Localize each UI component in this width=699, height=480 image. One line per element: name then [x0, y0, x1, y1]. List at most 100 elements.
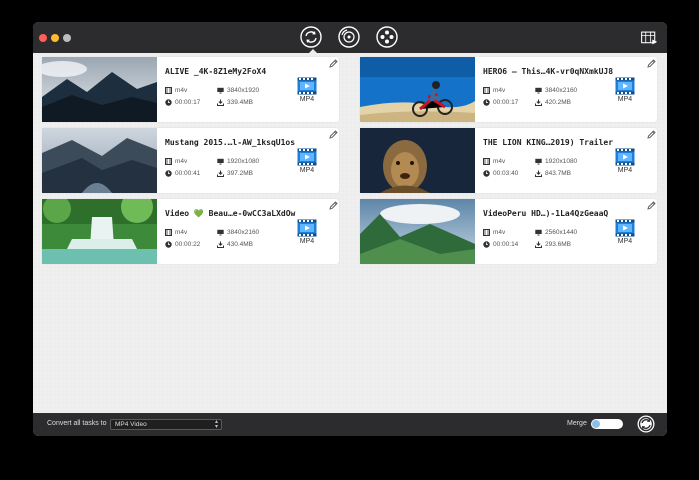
convert-icon[interactable]: [300, 26, 322, 48]
format-label: MP4: [617, 238, 633, 245]
edit-pencil-icon[interactable]: [329, 59, 338, 68]
edit-pencil-icon[interactable]: [647, 130, 656, 139]
film-icon: [165, 158, 172, 165]
video-card[interactable]: VideoPeru HD…)-1La4QzGeaaQ m4v 00:00:14 …: [360, 199, 657, 264]
download-icon: [217, 170, 224, 177]
clock-icon: [165, 99, 172, 106]
clock-icon: [483, 170, 490, 177]
output-format-value: MP4 Video: [115, 421, 147, 428]
mp4-format-icon: [297, 148, 317, 166]
download-icon: [217, 241, 224, 248]
download-icon: [535, 99, 542, 106]
edit-pencil-icon[interactable]: [329, 130, 338, 139]
size-info: 397.2MB: [217, 170, 253, 177]
monitor-icon: [217, 229, 224, 236]
video-reel-icon[interactable]: [376, 26, 398, 48]
merge-toggle[interactable]: [591, 419, 623, 429]
video-thumbnail[interactable]: [360, 57, 475, 122]
video-thumbnail[interactable]: [42, 128, 157, 193]
download-icon: [217, 99, 224, 106]
resolution-value: 3840x2160: [227, 229, 260, 236]
output-format-button[interactable]: MP4: [296, 77, 318, 103]
convert-all-button[interactable]: [637, 415, 655, 433]
duration-value: 00:00:17: [493, 99, 519, 106]
mp4-format-icon: [615, 77, 635, 95]
minimize-window-button[interactable]: [51, 34, 59, 42]
video-card[interactable]: Video 💚 Beau…e-0wCC3aLXdOw m4v 00:00:22 …: [42, 199, 339, 264]
duration-info: 00:00:14: [483, 241, 518, 248]
size-info: 293.6MB: [535, 241, 571, 248]
size-value: 339.4MB: [227, 99, 254, 106]
clock-icon: [165, 241, 172, 248]
video-card[interactable]: ALIVE _4K-8Z1eMy2FoX4 m4v 00:00:17 3840x…: [42, 57, 339, 122]
container-value: m4v: [175, 158, 188, 165]
video-card[interactable]: Mustang 2015.…l-AW_1ksqU1os m4v 00:00:41…: [42, 128, 339, 193]
footer-bar: Convert all tasks to MP4 Video ▴ ▾ Merge: [33, 413, 667, 436]
video-thumbnail[interactable]: [42, 57, 157, 122]
format-label: MP4: [299, 238, 315, 245]
video-card[interactable]: HERO6 – This…4K-vr0qNXmkUJ8 m4v 00:00:17…: [360, 57, 657, 122]
edit-pencil-icon[interactable]: [329, 201, 338, 210]
size-value: 843.7MB: [545, 170, 572, 177]
monitor-icon: [217, 87, 224, 94]
container-info: m4v: [165, 229, 187, 236]
dvd-icon[interactable]: [338, 26, 360, 48]
size-value: 430.4MB: [227, 241, 254, 248]
video-thumbnail[interactable]: [360, 128, 475, 193]
size-info: 843.7MB: [535, 170, 571, 177]
video-card[interactable]: THE LION KING…2019) Trailer m4v 00:03:40…: [360, 128, 657, 193]
video-title: HERO6 – This…4K-vr0qNXmkUJ8: [483, 67, 614, 76]
container-info: m4v: [165, 87, 187, 94]
resolution-info: 1920x1080: [535, 158, 577, 165]
output-format-select[interactable]: MP4 Video ▴ ▾: [110, 419, 222, 430]
size-value: 397.2MB: [227, 170, 254, 177]
video-title: THE LION KING…2019) Trailer: [483, 138, 614, 147]
output-format-button[interactable]: MP4: [614, 219, 636, 245]
monitor-icon: [535, 158, 542, 165]
format-label: MP4: [617, 96, 633, 103]
film-icon: [165, 229, 172, 236]
title-bar: [33, 22, 667, 53]
resolution-value: 3840x1920: [227, 87, 260, 94]
container-info: m4v: [483, 158, 505, 165]
app-window: ALIVE _4K-8Z1eMy2FoX4 m4v 00:00:17 3840x…: [33, 22, 667, 436]
film-icon: [483, 158, 490, 165]
resolution-info: 1920x1080: [217, 158, 259, 165]
duration-info: 00:00:41: [165, 170, 200, 177]
output-format-button[interactable]: MP4: [614, 77, 636, 103]
close-window-button[interactable]: [39, 34, 47, 42]
container-value: m4v: [175, 87, 188, 94]
format-label: MP4: [299, 96, 315, 103]
video-title: ALIVE _4K-8Z1eMy2FoX4: [165, 67, 267, 76]
video-title: VideoPeru HD…)-1La4QzGeaaQ: [483, 209, 609, 218]
output-format-button[interactable]: MP4: [296, 219, 318, 245]
video-title: Video 💚 Beau…e-0wCC3aLXdOw: [165, 209, 296, 218]
resolution-info: 2560x1440: [535, 229, 577, 236]
mp4-format-icon: [615, 148, 635, 166]
video-thumbnail[interactable]: [360, 199, 475, 264]
resolution-value: 3840x2160: [545, 87, 578, 94]
edit-pencil-icon[interactable]: [647, 59, 656, 68]
video-thumbnail[interactable]: [42, 199, 157, 264]
mp4-format-icon: [297, 77, 317, 95]
output-format-button[interactable]: MP4: [296, 148, 318, 174]
container-value: m4v: [175, 229, 188, 236]
duration-info: 00:00:22: [165, 241, 200, 248]
output-format-button[interactable]: MP4: [614, 148, 636, 174]
monitor-icon: [535, 87, 542, 94]
film-icon: [483, 87, 490, 94]
duration-value: 00:00:14: [493, 241, 519, 248]
convert-all-label: Convert all tasks to: [47, 420, 107, 427]
clock-icon: [483, 241, 490, 248]
duration-info: 00:03:40: [483, 170, 518, 177]
video-list: ALIVE _4K-8Z1eMy2FoX4 m4v 00:00:17 3840x…: [33, 53, 667, 413]
resolution-value: 2560x1440: [545, 229, 578, 236]
duration-value: 00:00:22: [175, 241, 201, 248]
duration-value: 00:03:40: [493, 170, 519, 177]
size-info: 339.4MB: [217, 99, 253, 106]
zoom-window-button[interactable]: [63, 34, 71, 42]
edit-pencil-icon[interactable]: [647, 201, 656, 210]
resolution-info: 3840x1920: [217, 87, 259, 94]
mp4-format-icon: [615, 219, 635, 237]
media-library-icon[interactable]: [640, 28, 658, 46]
